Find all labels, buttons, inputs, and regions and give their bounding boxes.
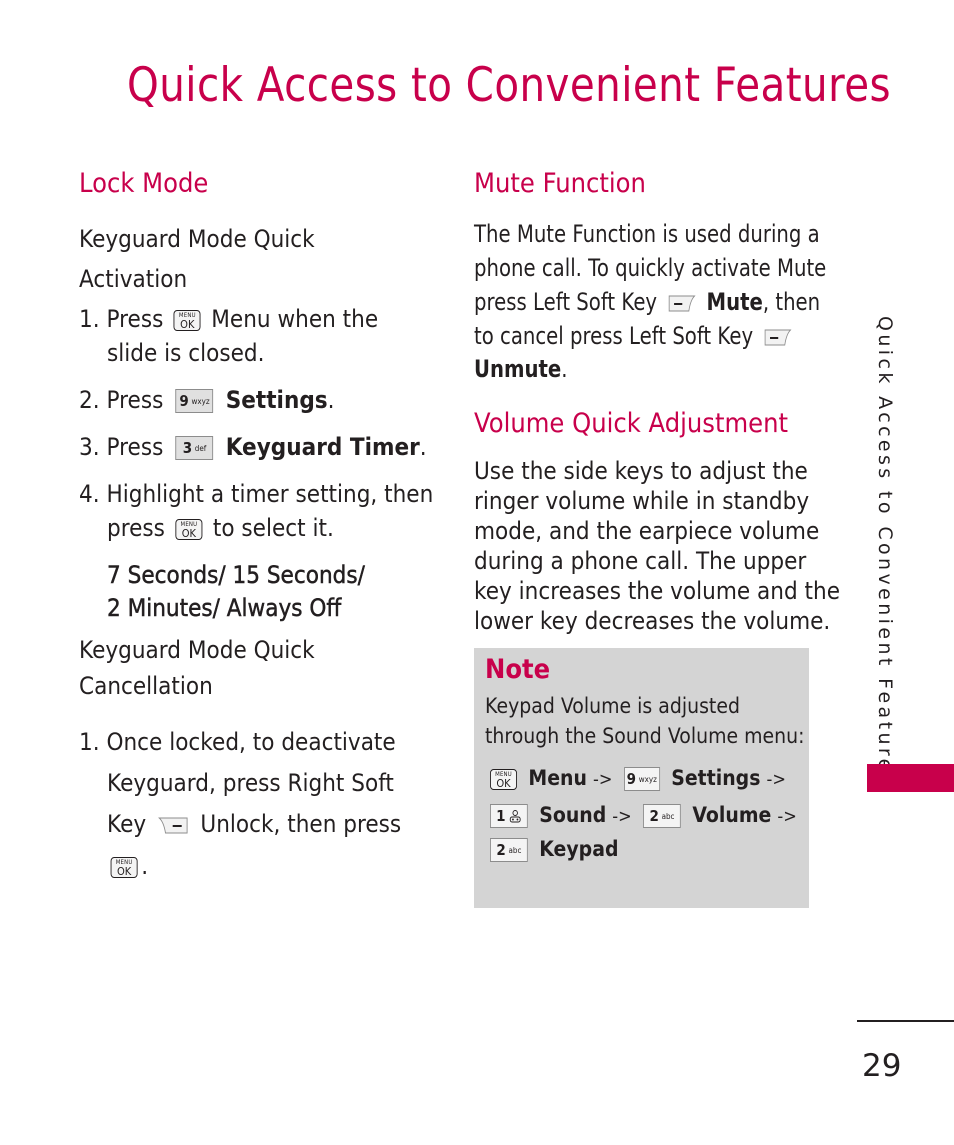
- arrow: ->: [766, 769, 786, 790]
- step-text: Press: [106, 305, 164, 333]
- note-box: Note Keypad Volume is adjusted through t…: [474, 648, 809, 908]
- cancellation-step-1-line3: Key Unlock, then press: [107, 810, 401, 838]
- note-path-row-3: 2 abc Keypad: [490, 837, 618, 862]
- left-soft-key-icon: [668, 295, 696, 312]
- step-number: 2.: [79, 386, 100, 414]
- activation-step-3: 3. Press 3 def Keyguard Timer.: [79, 433, 427, 461]
- step-text: Unlock, then press: [200, 810, 402, 838]
- step-action: Settings: [225, 386, 328, 414]
- right-soft-key-icon: [158, 817, 188, 834]
- step-text: press: [107, 514, 165, 542]
- step-text: Key: [107, 810, 147, 838]
- cancellation-step-1: 1. Once locked, to deactivate: [79, 728, 396, 756]
- side-tab-label: Quick Access to Convenient Features: [874, 316, 896, 788]
- page-title: Quick Access to Convenient Features: [127, 58, 892, 113]
- note-path-row-1: MENU OK Menu -> 9 wxyz Settings ->: [490, 766, 786, 791]
- note-path-row-2: 1 Sound -> 2 abc Volume ->: [490, 803, 797, 828]
- mute-function-heading: Mute Function: [474, 168, 646, 199]
- activation-step-1-cont: slide is closed.: [107, 339, 265, 367]
- mute-line4: to cancel press Left Soft Key: [474, 322, 796, 350]
- voicemail-icon: [509, 810, 521, 823]
- timer-options-line2: 2 Minutes/ Always Off: [107, 594, 342, 623]
- text: .: [561, 355, 568, 383]
- path-label: Menu: [528, 766, 587, 790]
- volume-line-5: key increases the volume and the: [474, 577, 840, 605]
- activation-step-2: 2. Press 9 wxyz Settings.: [79, 386, 335, 414]
- activation-heading-line2: Activation: [79, 265, 188, 293]
- step-number: 1.: [79, 728, 100, 756]
- volume-line-3: mode, and the earpiece volume: [474, 517, 820, 545]
- page-number: 29: [862, 1048, 902, 1084]
- cancellation-heading-line1: Keyguard Mode Quick: [79, 636, 315, 664]
- activation-heading-line1: Keyguard Mode Quick: [79, 225, 315, 253]
- menu-ok-key-icon: MENU OK: [173, 309, 201, 331]
- cancellation-heading-line2: Cancellation: [79, 672, 213, 700]
- note-line2: through the Sound Volume menu:: [485, 724, 805, 748]
- mute-line3: press Left Soft Key Mute, then: [474, 288, 820, 316]
- step-text: to select it.: [212, 514, 334, 542]
- step-text: Menu when the: [211, 305, 379, 333]
- step-text: Highlight a timer setting, then: [106, 480, 434, 508]
- mute-action: Mute: [706, 288, 763, 316]
- punct: .: [327, 386, 335, 414]
- step-number: 3.: [79, 433, 100, 461]
- key-2-abc-icon: 2 abc: [490, 838, 528, 862]
- step-text: Once locked, to deactivate: [106, 728, 396, 756]
- path-label: Volume: [692, 803, 772, 827]
- timer-options-line1: 7 Seconds/ 15 Seconds/: [107, 561, 365, 590]
- cancellation-step-1-line2: Keyguard, press Right Soft: [107, 769, 394, 797]
- footer-rule: [857, 1020, 954, 1022]
- volume-line-4: during a phone call. The upper: [474, 547, 807, 575]
- volume-line-2: ringer volume while in standby: [474, 487, 810, 515]
- cancellation-step-1-line4: MENU OK.: [107, 852, 148, 880]
- activation-step-4-cont: press MENU OK to select it.: [107, 514, 334, 542]
- step-number: 4.: [79, 480, 100, 508]
- key-2-abc-icon: 2 abc: [643, 804, 681, 828]
- key-9-wxyz-icon: 9 wxyz: [623, 767, 660, 791]
- text: to cancel press Left Soft Key: [474, 322, 754, 350]
- menu-ok-key-icon: MENU OK: [490, 768, 517, 790]
- punct: .: [141, 852, 149, 880]
- step-text: Press: [106, 386, 164, 414]
- menu-ok-key-icon: MENU OK: [175, 518, 203, 540]
- punct: .: [419, 433, 427, 461]
- menu-ok-key-icon: MENU OK: [110, 856, 138, 878]
- note-title: Note: [485, 654, 551, 685]
- mute-line5: Unmute.: [474, 355, 568, 383]
- mute-line2: phone call. To quickly activate Mute: [474, 254, 827, 282]
- volume-quick-adjustment-heading: Volume Quick Adjustment: [474, 408, 789, 439]
- path-label: Settings: [671, 766, 761, 790]
- text: press Left Soft Key: [474, 288, 658, 316]
- step-number: 1.: [79, 305, 100, 333]
- lock-mode-heading: Lock Mode: [79, 168, 209, 199]
- text: , then: [762, 288, 821, 316]
- note-line1: Keypad Volume is adjusted: [485, 694, 740, 718]
- side-tab-marker: [867, 764, 954, 792]
- key-1-voicemail-icon: 1: [490, 804, 528, 828]
- arrow: ->: [592, 769, 613, 790]
- arrow: ->: [777, 806, 797, 827]
- step-action: Keyguard Timer: [225, 433, 420, 461]
- unmute-action: Unmute: [474, 355, 562, 383]
- path-label: Sound: [539, 803, 607, 827]
- volume-line-1: Use the side keys to adjust the: [474, 457, 808, 485]
- activation-step-1: 1. Press MENU OK Menu when the: [79, 305, 378, 333]
- volume-line-6: lower key decreases the volume.: [474, 607, 831, 635]
- key-3-def-icon: 3 def: [175, 436, 214, 460]
- mute-line1: The Mute Function is used during a: [474, 220, 820, 248]
- left-soft-key-icon: [764, 329, 792, 346]
- activation-step-4: 4. Highlight a timer setting, then: [79, 480, 433, 508]
- key-9-wxyz-icon: 9 wxyz: [175, 389, 214, 413]
- arrow: ->: [612, 806, 632, 827]
- step-text: Press: [106, 433, 164, 461]
- path-label: Keypad: [539, 837, 619, 861]
